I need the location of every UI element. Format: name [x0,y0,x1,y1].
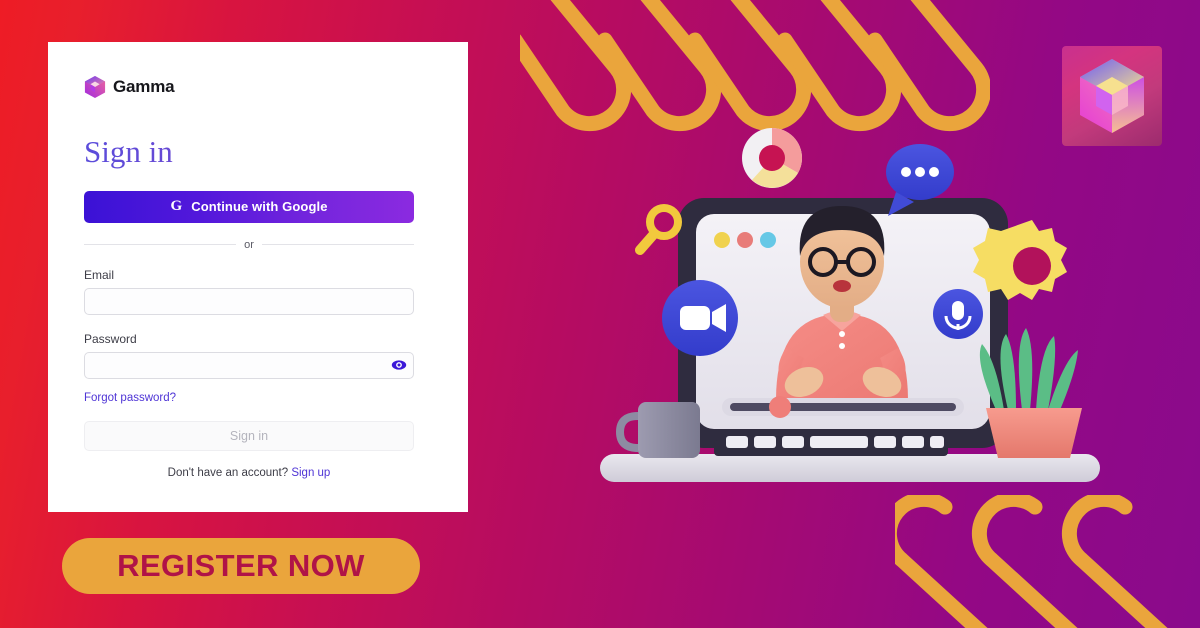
decorative-squiggles-bottom [895,495,1168,628]
continue-with-google-button[interactable]: G Continue with Google [84,190,414,223]
microphone-icon [933,289,983,339]
chat-bubble-icon [886,144,954,216]
gear-icon [973,220,1067,300]
password-input[interactable] [84,351,414,379]
signup-prompt-text: Don't have an account? [167,466,289,479]
signup-link[interactable]: Sign up [291,467,330,479]
register-now-button[interactable]: REGISTER NOW [62,538,420,594]
email-label: Email [84,267,115,282]
magnifier-icon [635,204,682,255]
gamma-cube-logo-icon [1080,59,1144,133]
gamma-logo-badge [1062,46,1162,146]
or-divider: or [84,239,414,251]
brand-name: Gamma [113,77,175,96]
forgot-password-link[interactable]: Forgot password? [84,392,176,404]
decorative-squiggles-top [520,0,990,132]
signup-prompt-row: Don't have an account? Sign up [84,467,414,479]
password-label: Password [84,331,137,346]
divider-line-left [84,244,237,246]
video-call-workspace-illustration [600,127,1100,482]
donut-chart-icon [742,127,803,188]
divider-label: or [244,238,254,251]
potted-plant [979,328,1082,458]
google-g-icon: G [170,197,183,214]
video-camera-icon [662,280,738,356]
continue-with-google-label: Continue with Google [191,199,328,215]
gamma-cube-icon [84,76,106,98]
page-title: Sign in [84,135,432,169]
email-input[interactable] [84,287,414,315]
email-input-wrap [84,287,414,315]
brand-logo: Gamma [84,74,432,100]
signin-submit-button[interactable]: Sign in [84,420,414,451]
divider-line-right [261,244,414,246]
promo-signin-banner: Gamma Sign in G Continue with Google or … [0,0,1200,628]
signin-card: Gamma Sign in G Continue with Google or … [48,42,468,512]
toggle-password-visibility-button[interactable] [391,357,407,373]
password-input-wrap [84,351,414,379]
eye-icon [391,360,407,370]
coffee-mug [615,402,700,458]
